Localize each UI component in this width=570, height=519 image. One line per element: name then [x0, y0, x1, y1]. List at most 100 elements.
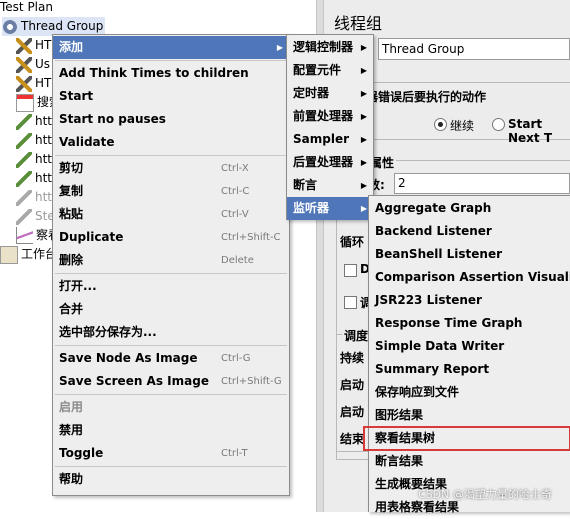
- add-submenu-item[interactable]: Sampler ▶: [287, 128, 373, 151]
- submenu-arrow-icon: ▶: [276, 43, 283, 52]
- listener-submenu-item[interactable]: BeanShell Listener: [369, 243, 570, 266]
- context-menu-item[interactable]: 删除 Delete: [53, 249, 289, 272]
- context-menu-item[interactable]: Toggle Ctrl-T: [53, 442, 289, 465]
- add-submenu-item[interactable]: 断言 ▶: [287, 174, 373, 197]
- shortcut-label: Ctrl-C: [221, 186, 250, 197]
- tree-node[interactable]: Test Plan: [0, 0, 53, 17]
- document-icon: [16, 93, 34, 112]
- context-menu-item[interactable]: Validate: [53, 131, 289, 154]
- add-submenu-item-label: 配置元件: [293, 63, 342, 77]
- step-icon: [16, 208, 32, 225]
- scheduler-label: 调度: [342, 327, 371, 344]
- listener-submenu-item[interactable]: Summary Report: [369, 358, 570, 381]
- add-submenu-item-label: 定时器: [293, 86, 330, 100]
- listener-submenu-item-label: Summary Report: [375, 362, 490, 376]
- submenu-arrow-icon: ▶: [360, 43, 367, 52]
- listener-submenu: Aggregate Graph Backend Listener BeanShell…: [363, 195, 570, 514]
- context-menu-item-label: Save Screen As Image: [59, 374, 209, 388]
- context-menu-item[interactable]: 禁用: [53, 419, 289, 442]
- listener-submenu-item[interactable]: 保存响应到文件: [369, 381, 570, 404]
- submenu-arrow-icon: ▶: [360, 158, 367, 167]
- add-submenu-item[interactable]: 逻辑控制器 ▶: [287, 36, 373, 59]
- context-menu-item-label: 启用: [59, 400, 84, 414]
- tree-node-label: HT: [35, 76, 52, 90]
- context-menu-item-label: 禁用: [59, 423, 84, 437]
- context-menu-item-label: 删除: [59, 253, 84, 267]
- context-menu-item-label: 粘贴: [59, 207, 84, 221]
- sampler-pen-icon: [16, 151, 32, 168]
- tree-node-label: HT: [35, 38, 52, 52]
- context-menu-item[interactable]: 添加 ▶: [53, 36, 289, 59]
- startup-delay-label: 启动: [340, 378, 365, 392]
- threads-field[interactable]: 2: [394, 173, 570, 194]
- panel-title: 线程组: [334, 14, 383, 33]
- context-menu-item[interactable]: 帮助: [53, 468, 289, 491]
- sampler-pen-icon: [16, 132, 32, 149]
- tree-node[interactable]: 工作台: [0, 245, 57, 264]
- radio-dot-icon: [438, 122, 443, 127]
- radio-start-next-label: Start Next T: [508, 117, 553, 145]
- context-menu-item[interactable]: 选中部分保存为...: [53, 321, 289, 344]
- context-menu-item[interactable]: Start no pauses: [53, 108, 289, 131]
- context-menu-item[interactable]: 复制 Ctrl-C: [53, 180, 289, 203]
- context-menu-item[interactable]: 粘贴 Ctrl-V: [53, 203, 289, 226]
- add-submenu-item-label: Sampler: [293, 132, 350, 146]
- context-menu-item[interactable]: 合并: [53, 298, 289, 321]
- add-submenu-item-label: 监听器: [293, 201, 330, 215]
- add-submenu-item[interactable]: 前置处理器 ▶: [287, 105, 373, 128]
- listener-submenu-item-label: JSR223 Listener: [375, 293, 482, 307]
- menu-separator: [55, 466, 287, 467]
- listener-submenu-item[interactable]: Simple Data Writer: [369, 335, 570, 358]
- radio-continue[interactable]: [434, 118, 447, 131]
- submenu-arrow-icon: ▶: [360, 181, 367, 190]
- listener-submenu-item-label: Comparison Assertion Visualizer: [375, 270, 570, 284]
- highlight-box: [363, 426, 570, 451]
- context-menu-item[interactable]: 剪切 Ctrl-X: [53, 157, 289, 180]
- listener-submenu-item[interactable]: Response Time Graph: [369, 312, 570, 335]
- context-menu-item[interactable]: 打开...: [53, 275, 289, 298]
- listener-submenu-item[interactable]: 断言结果: [369, 450, 570, 473]
- context-menu-item[interactable]: Add Think Times to children: [53, 62, 289, 85]
- context-menu-item[interactable]: Save Screen As Image Ctrl+Shift-G: [53, 370, 289, 393]
- listener-submenu-item[interactable]: Backend Listener: [369, 220, 570, 243]
- shortcut-label: Delete: [221, 255, 254, 266]
- context-menu-item-label: 复制: [59, 184, 84, 198]
- menu-separator: [55, 155, 287, 156]
- context-menu-item[interactable]: 启用: [53, 396, 289, 419]
- sampler-icon: [16, 75, 32, 92]
- listener-submenu-item[interactable]: JSR223 Listener: [369, 289, 570, 312]
- context-menu-item[interactable]: Start: [53, 85, 289, 108]
- duration-label: 持续: [340, 351, 365, 365]
- menu-separator: [55, 60, 287, 61]
- add-submenu-item[interactable]: 监听器 ▶: [287, 197, 373, 220]
- tree-node[interactable]: Ste: [16, 207, 55, 226]
- name-field[interactable]: Thread Group: [378, 38, 570, 60]
- tree-node[interactable]: HT: [16, 74, 51, 93]
- context-menu-item-label: 合并: [59, 302, 84, 316]
- listener-submenu-item[interactable]: 图形结果: [369, 404, 570, 427]
- shortcut-label: Ctrl-V: [221, 209, 249, 220]
- checkbox-d[interactable]: [344, 264, 357, 277]
- add-submenu-item[interactable]: 配置元件 ▶: [287, 59, 373, 82]
- radio-start-next[interactable]: [492, 118, 505, 131]
- add-submenu-item[interactable]: 定时器 ▶: [287, 82, 373, 105]
- listener-submenu-item-label: 断言结果: [375, 454, 424, 468]
- tree-node[interactable]: HT: [16, 36, 51, 55]
- context-menu-item-label: 帮助: [59, 472, 84, 486]
- add-submenu-item[interactable]: 后置处理器 ▶: [287, 151, 373, 174]
- listener-submenu-item[interactable]: Aggregate Graph: [369, 197, 570, 220]
- menu-separator: [55, 394, 287, 395]
- sampler-icon: [16, 56, 32, 73]
- workbench-icon: [0, 245, 18, 264]
- context-menu-item[interactable]: Save Node As Image Ctrl-G: [53, 347, 289, 370]
- add-submenu-item-label: 断言: [293, 178, 318, 192]
- tree-node[interactable]: Us: [16, 55, 50, 74]
- add-submenu-item-label: 前置处理器: [293, 109, 354, 123]
- checkbox-tiao[interactable]: [344, 296, 357, 309]
- context-menu-item[interactable]: Duplicate Ctrl+Shift-C: [53, 226, 289, 249]
- loop-label: 循环: [340, 235, 365, 249]
- shortcut-label: Ctrl-T: [221, 448, 248, 459]
- listener-submenu-item[interactable]: Comparison Assertion Visualizer: [369, 266, 570, 289]
- menu-separator: [55, 273, 287, 274]
- add-submenu: 逻辑控制器 ▶ 配置元件 ▶ 定时器 ▶ 前置处理器 ▶ Sampler ▶ 后置处理器 ▶ 断言 ▶ 监听…: [286, 34, 374, 220]
